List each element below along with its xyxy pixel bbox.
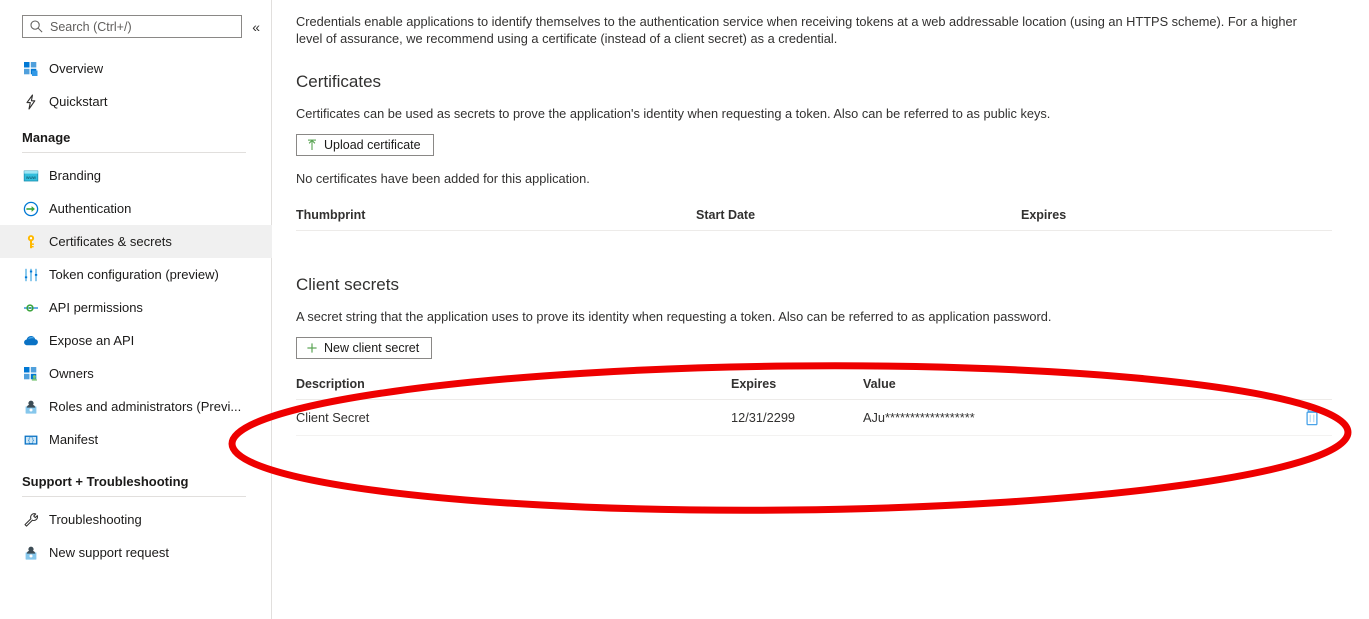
branding-window-icon: www: [22, 167, 39, 184]
trash-icon[interactable]: [1303, 409, 1321, 427]
sidebar-item-quickstart[interactable]: Quickstart: [0, 85, 272, 118]
certificates-table-header: Thumbprint Start Date Expires: [296, 205, 1332, 231]
sidebar-item-expose-an-api[interactable]: Expose an API: [0, 324, 272, 357]
sidebar-item-label: Manifest: [49, 432, 99, 447]
plus-icon: [305, 342, 318, 355]
sidebar-item-label: Quickstart: [49, 94, 108, 109]
secret-expires: 12/31/2299: [731, 410, 796, 425]
client-secrets-description: A secret string that the application use…: [296, 309, 1052, 324]
sidebar-item-label: Branding: [49, 168, 102, 183]
column-header-description: Description: [296, 376, 365, 391]
upload-arrow-icon: [305, 139, 318, 152]
upload-certificate-label: Upload certificate: [324, 138, 421, 152]
no-certificates-note: No certificates have been added for this…: [296, 171, 590, 186]
sidebar-section-title: Support + Troubleshooting: [22, 474, 189, 489]
client-secrets-table: Description Expires Value Client Secret …: [296, 374, 1332, 436]
main-content-panel: Credentials enable applications to ident…: [272, 0, 1369, 619]
sidebar-search-row: «: [22, 15, 266, 38]
grid-overview-icon: [22, 60, 39, 77]
owners-grid-icon: [22, 365, 39, 382]
manifest-icon: {}: [22, 431, 39, 448]
client-secrets-table-header: Description Expires Value: [296, 374, 1332, 400]
divider: [22, 152, 246, 153]
left-navigation-sidebar: « Overview: [0, 0, 272, 619]
api-permissions-icon: [22, 299, 39, 316]
lightning-bolt-icon: [22, 93, 39, 110]
svg-text:{}: {}: [27, 436, 34, 443]
secret-actions: [1292, 409, 1332, 427]
sidebar-item-label: New support request: [49, 545, 169, 560]
sidebar-item-api-permissions[interactable]: API permissions: [0, 291, 272, 324]
search-icon: [29, 19, 44, 34]
sidebar-item-label: Token configuration (preview): [49, 267, 219, 282]
sidebar-item-label: Overview: [49, 61, 104, 76]
sidebar-item-label: Roles and administrators (Previ...: [49, 399, 242, 414]
sidebar-item-label: Troubleshooting: [49, 512, 142, 527]
column-header-expires: Expires: [1021, 207, 1067, 222]
search-input[interactable]: [50, 19, 230, 34]
search-box[interactable]: [22, 15, 243, 38]
column-header-value: Value: [863, 376, 896, 391]
sidebar-nav-list: Overview Quickstart Manage www Branding …: [0, 52, 272, 569]
wrench-icon: [22, 511, 39, 528]
sidebar-item-label: Certificates & secrets: [49, 234, 172, 249]
client-secrets-heading: Client secrets: [296, 275, 399, 294]
new-client-secret-button[interactable]: New client secret: [296, 337, 433, 359]
column-header-expires: Expires: [731, 376, 777, 391]
sidebar-section-support-troubleshooting: Support + Troubleshooting: [0, 474, 272, 497]
sidebar-item-authentication[interactable]: Authentication: [0, 192, 272, 225]
sidebar-item-certificates-and-secrets[interactable]: Certificates & secrets: [0, 225, 272, 258]
sidebar-section-manage: Manage: [0, 130, 272, 153]
sidebar-item-owners[interactable]: Owners: [0, 357, 272, 390]
upload-certificate-button[interactable]: Upload certificate: [296, 134, 434, 156]
secret-description: Client Secret: [296, 410, 370, 425]
sidebar-item-manifest[interactable]: {} Manifest: [0, 423, 272, 456]
roles-person-icon: [22, 398, 39, 415]
collapse-sidebar-button[interactable]: «: [246, 17, 266, 37]
azure-portal-screen: « Overview: [0, 0, 1369, 619]
sidebar-item-branding[interactable]: www Branding: [0, 159, 272, 192]
divider: [22, 496, 246, 497]
certificates-description: Certificates can be used as secrets to p…: [296, 106, 1051, 121]
certificates-table-empty-body: [296, 231, 1332, 245]
certificates-table: Thumbprint Start Date Expires: [296, 205, 1332, 245]
sidebar-item-label: Authentication: [49, 201, 132, 216]
cloud-icon: [22, 332, 39, 349]
key-icon: [22, 233, 39, 250]
certificates-heading: Certificates: [296, 72, 382, 91]
svg-text:www: www: [26, 175, 37, 180]
sidebar-section-title: Manage: [22, 130, 71, 145]
table-row[interactable]: Client Secret 12/31/2299 AJu************…: [296, 400, 1332, 436]
sidebar-item-roles-and-administrators[interactable]: Roles and administrators (Previ...: [0, 390, 272, 423]
new-client-secret-label: New client secret: [324, 341, 420, 355]
sidebar-item-label: Owners: [49, 366, 94, 381]
column-header-start-date: Start Date: [696, 207, 756, 222]
sidebar-item-label: Expose an API: [49, 333, 135, 348]
sliders-icon: [22, 266, 39, 283]
sidebar-item-new-support-request[interactable]: New support request: [0, 536, 272, 569]
column-header-thumbprint: Thumbprint: [296, 207, 366, 222]
support-person-icon: [22, 544, 39, 561]
sidebar-item-troubleshooting[interactable]: Troubleshooting: [0, 503, 272, 536]
sidebar-item-token-configuration[interactable]: Token configuration (preview): [0, 258, 272, 291]
sidebar-item-overview[interactable]: Overview: [0, 52, 272, 85]
sidebar-item-label: API permissions: [49, 300, 143, 315]
authentication-arrow-icon: [22, 200, 39, 217]
secret-value: AJu******************: [863, 410, 975, 425]
credentials-intro-text: Credentials enable applications to ident…: [296, 14, 1297, 46]
